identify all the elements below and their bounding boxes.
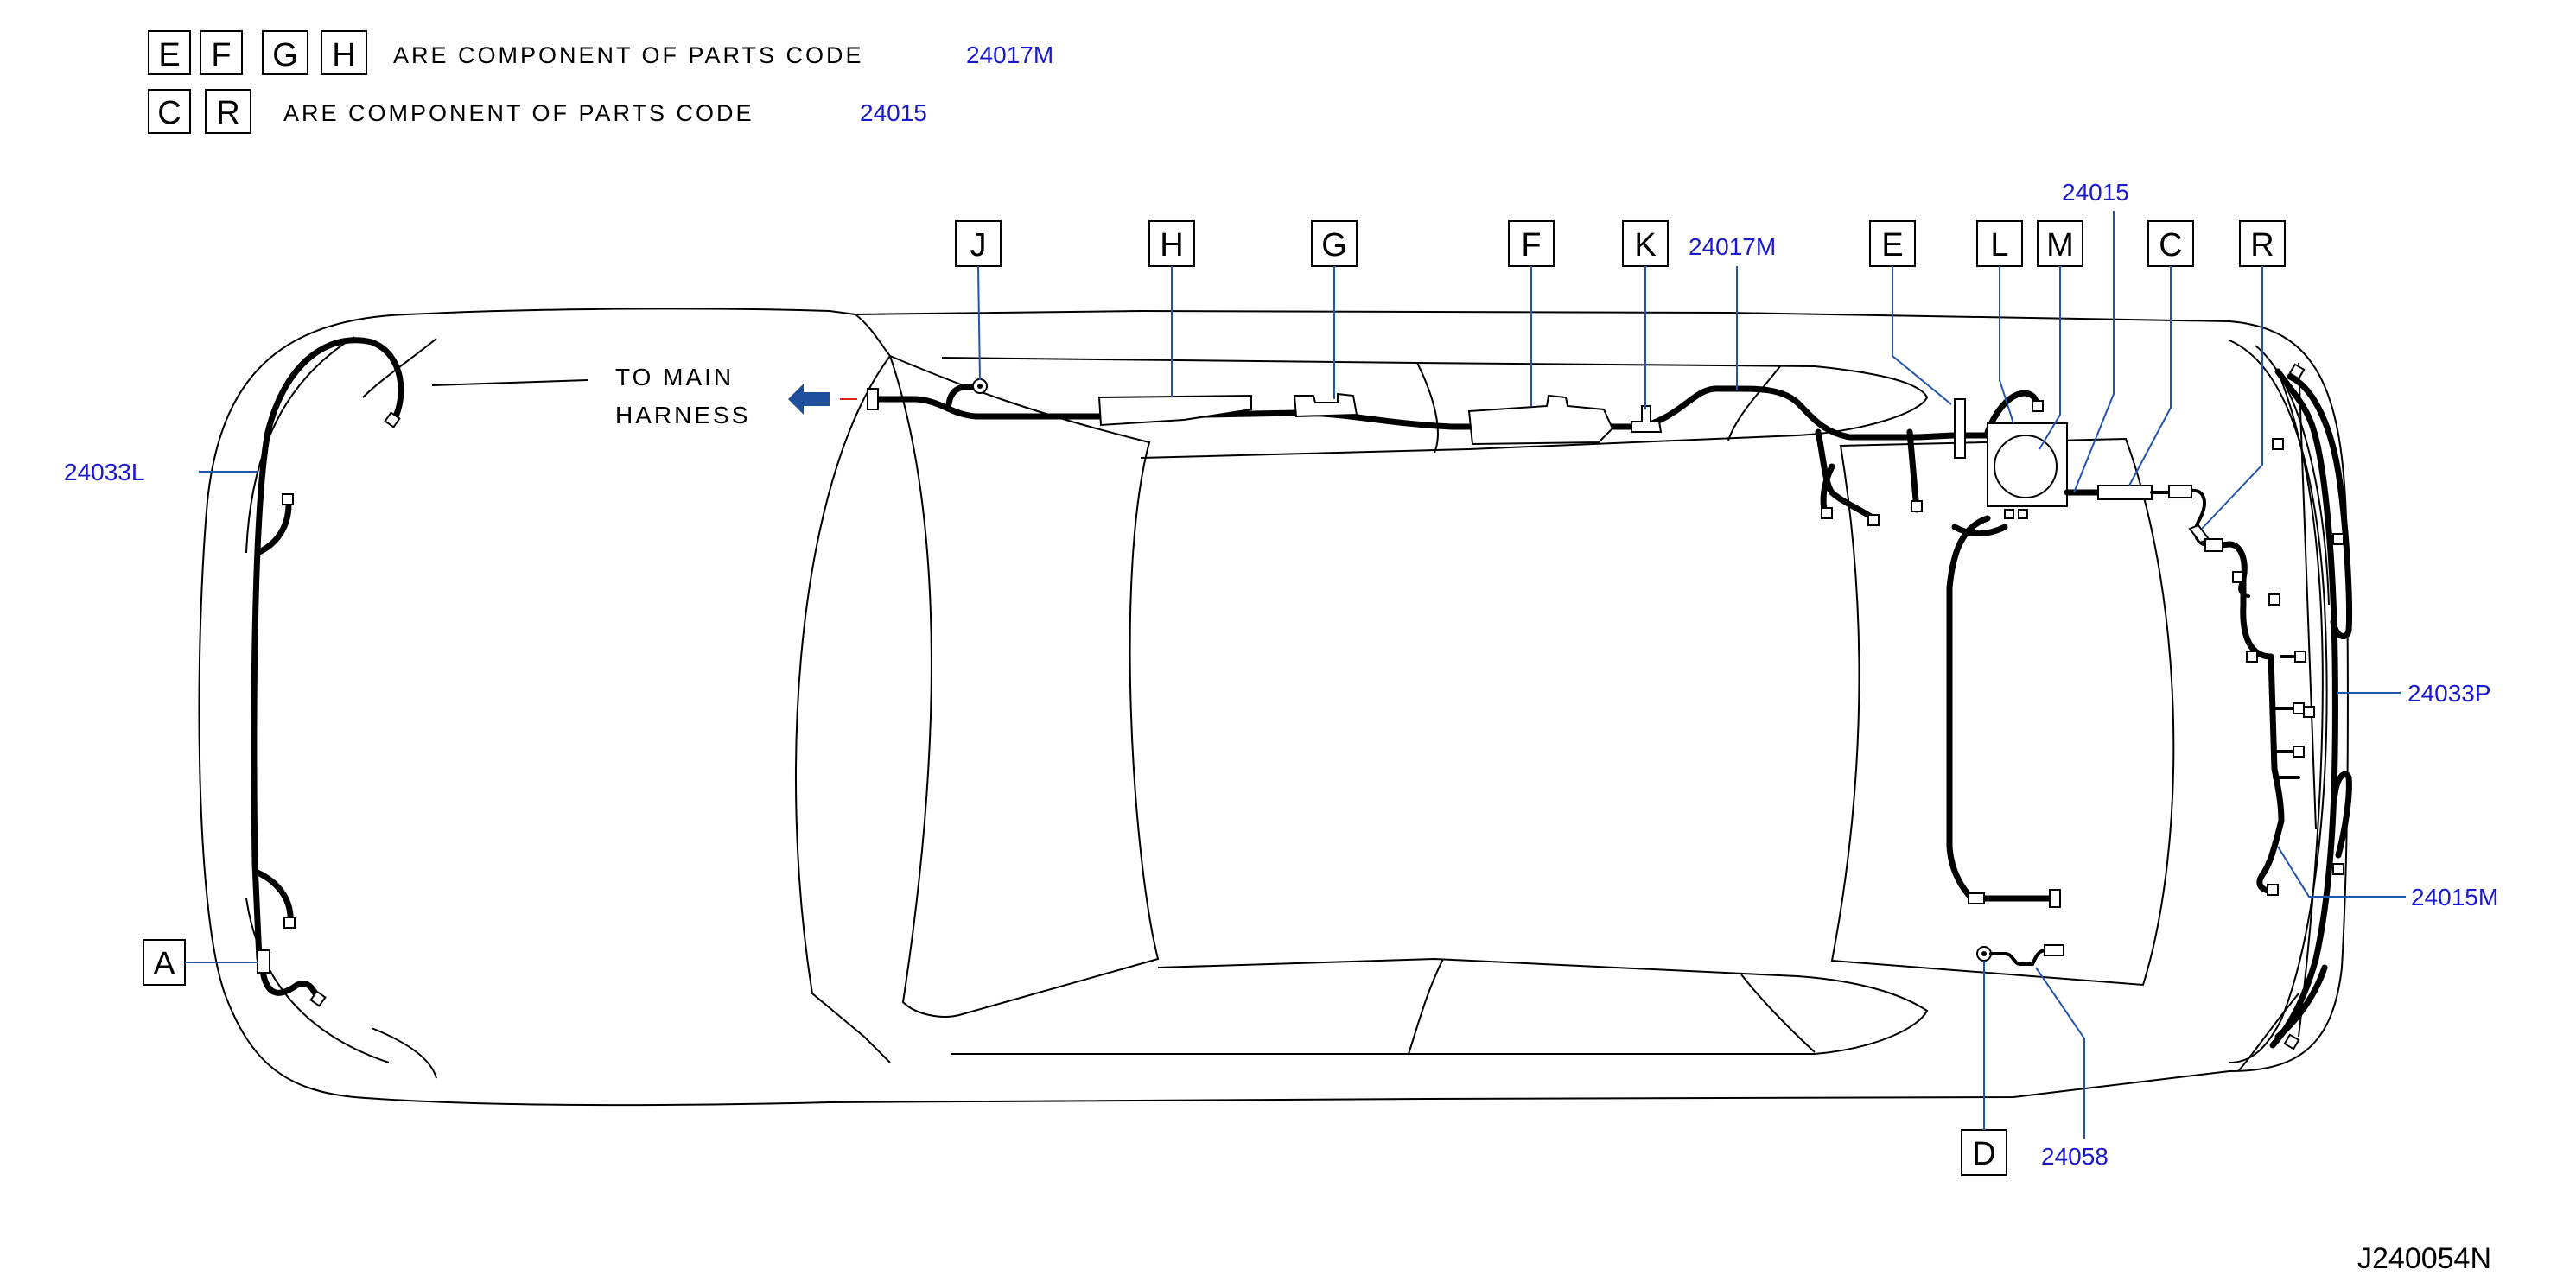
harness-note-line-2: HARNESS (615, 402, 750, 428)
right-connector-a[interactable] (1821, 507, 1833, 519)
component-labels: J H G F K 24017M E L M 24015 C R A D 240… (64, 179, 2498, 1176)
trunk-connector-upper[interactable] (2272, 438, 2284, 450)
component-e[interactable] (1954, 398, 1966, 459)
label-j: J (970, 227, 987, 263)
component-c[interactable] (2097, 485, 2153, 500)
label-c: C (2159, 227, 2182, 263)
legend-row-1: E F G H ARE COMPONENT OF PARTS CODE 2401… (148, 30, 1053, 75)
legend-letter-r: R (216, 95, 239, 131)
wiring-harness (251, 337, 2352, 1050)
hood-inner-curve (362, 338, 437, 1079)
part-code-24033p[interactable]: 24033P (2407, 680, 2491, 707)
part-code-24058[interactable]: 24058 (2041, 1143, 2109, 1170)
trunk-connector-bottom[interactable] (2283, 1033, 2300, 1050)
j-branch-wire (945, 384, 976, 408)
label-h: H (1160, 227, 1183, 263)
ground-terminal-d-center (1981, 951, 1987, 956)
lower-pillar-lines (1408, 958, 1816, 1055)
part-code-24015-top[interactable]: 24015 (2062, 179, 2129, 206)
label-m: M (2046, 227, 2074, 263)
label-g: G (1321, 227, 1347, 263)
leader-m (2039, 266, 2061, 450)
l-connector[interactable] (2032, 400, 2044, 412)
rear-connector-r3[interactable] (2268, 593, 2280, 606)
leader-e (1892, 266, 1952, 405)
label-f: F (1521, 227, 1541, 263)
rear-connector-r6[interactable] (2293, 702, 2305, 714)
component-f[interactable] (1467, 394, 1614, 446)
legend: E F G H ARE COMPONENT OF PARTS CODE 2401… (148, 30, 1053, 134)
leader-c (2128, 266, 2172, 486)
ground-wire-24058 (1989, 949, 2048, 966)
lower-harness-wire (1946, 515, 2060, 902)
connector-24058[interactable] (2044, 944, 2064, 956)
legend-row-2-text: ARE COMPONENT OF PARTS CODE (283, 100, 754, 126)
to-main-harness-note: TO MAIN HARNESS (431, 364, 857, 428)
legend-part-code-24015[interactable]: 24015 (860, 99, 927, 126)
trunk-lid-lines (2280, 362, 2324, 1038)
component-h[interactable] (1097, 394, 1252, 427)
legend-row-1-text: ARE COMPONENT OF PARTS CODE (393, 42, 864, 68)
legend-letter-f: F (211, 37, 231, 73)
rear-connector-r8[interactable] (2267, 884, 2279, 896)
legend-part-code-24017m[interactable]: 24017M (966, 41, 1053, 68)
front-glass-outline (795, 355, 891, 1038)
component-g[interactable] (1293, 392, 1358, 418)
hood-line (855, 314, 891, 1063)
label-e: E (1881, 227, 1903, 263)
m-connector-2[interactable] (2018, 509, 2028, 519)
lower-connector-right[interactable] (2049, 889, 2061, 908)
rear-connector-r5[interactable] (2294, 651, 2306, 663)
label-r: R (2250, 227, 2274, 263)
component-m-unit[interactable] (1994, 435, 2058, 498)
harness-note-leader (431, 379, 588, 386)
part-code-24033l[interactable]: 24033L (64, 459, 144, 486)
e-connector[interactable] (1911, 500, 1923, 512)
left-body-harness-wire (251, 337, 404, 962)
part-code-24017m-top[interactable]: 24017M (1689, 233, 1776, 260)
legend-row-2: C R ARE COMPONENT OF PARTS CODE 24015 (148, 89, 927, 134)
wiring-harness-diagram: E F G H ARE COMPONENT OF PARTS CODE 2401… (64, 30, 2498, 1275)
trunk-connector-center[interactable] (2303, 706, 2315, 718)
left-branch-bottom (259, 968, 321, 1002)
left-connector-a[interactable] (257, 949, 270, 974)
label-k: K (1634, 227, 1656, 263)
lower-door-line (951, 957, 1929, 1055)
part-code-24015m[interactable]: 24015M (2411, 884, 2498, 911)
trunk-connector-low[interactable] (2332, 863, 2344, 875)
ground-terminal-j-center (977, 384, 983, 389)
rear-connector-r4[interactable] (2246, 651, 2258, 663)
left-branch-lower (254, 869, 294, 926)
legend-letter-e: E (158, 37, 180, 73)
label-l: L (1990, 227, 2008, 263)
label-a: A (153, 946, 175, 982)
lower-connector-left[interactable] (1968, 892, 1985, 904)
trunk-connector-mid[interactable] (2332, 533, 2344, 545)
roof-outline (888, 354, 1160, 1018)
left-connector-lower[interactable] (283, 917, 296, 929)
left-arrow-icon (788, 384, 830, 415)
right-connector-b[interactable] (1867, 514, 1880, 526)
legend-letter-g: G (272, 37, 298, 73)
legend-letter-h: H (332, 37, 355, 73)
rear-connector-r2[interactable] (2232, 571, 2244, 583)
rear-connector-r1[interactable] (2204, 538, 2223, 552)
leader-24058 (2035, 967, 2085, 1139)
leader-r (2201, 266, 2263, 530)
harness-note-line-1: TO MAIN (615, 364, 734, 390)
m-connector-1[interactable] (2004, 509, 2014, 519)
leader-j (977, 265, 981, 381)
rear-connector-r7[interactable] (2293, 746, 2305, 758)
lower-harness-upper-branch (1951, 524, 2008, 536)
main-harness-end-connector[interactable] (867, 388, 879, 410)
label-d: D (1972, 1136, 1995, 1172)
rear-window-outline (1830, 437, 2175, 987)
left-connector-upper[interactable] (282, 493, 294, 505)
legend-letter-c: C (157, 95, 181, 131)
drawing-id: J240054N (2357, 1242, 2491, 1275)
c-connector[interactable] (2168, 485, 2192, 498)
